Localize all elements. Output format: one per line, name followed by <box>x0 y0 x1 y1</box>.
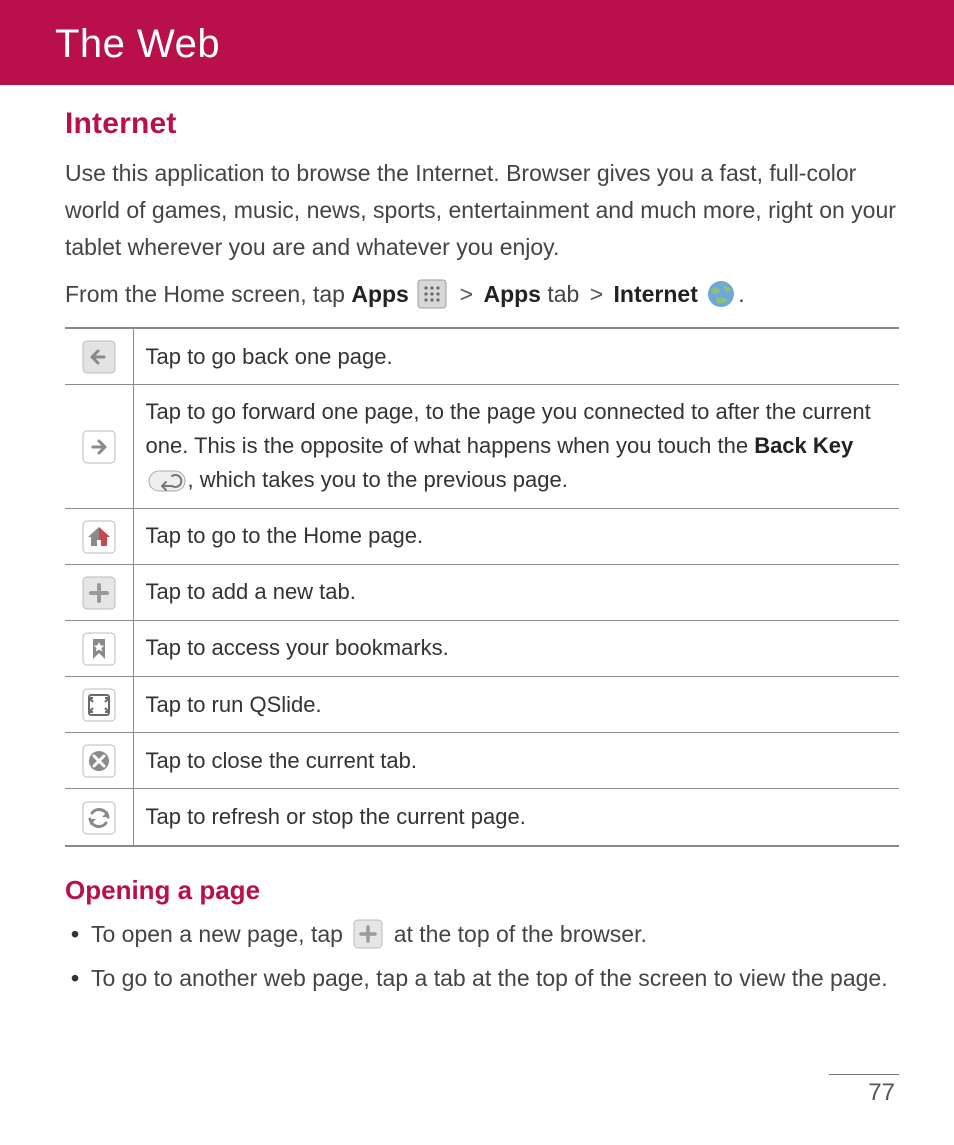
browser-icons-table: Tap to go back one page. Tap to go forwa… <box>65 327 899 847</box>
icon-cell <box>65 564 133 620</box>
footer-rule <box>829 1074 899 1075</box>
table-desc: Tap to go to the Home page. <box>133 508 899 564</box>
page-footer: 77 <box>829 1074 899 1107</box>
home-icon <box>82 520 116 554</box>
table-row: Tap to go forward one page, to the page … <box>65 385 899 508</box>
globe-icon <box>706 279 736 309</box>
nav-separator-2: > <box>586 281 607 307</box>
li-pre: To open a new page, tap <box>91 921 349 947</box>
nav-internet-label: Internet <box>614 281 698 307</box>
table-row: Tap to add a new tab. <box>65 564 899 620</box>
back-arrow-icon <box>82 340 116 374</box>
table-desc: Tap to add a new tab. <box>133 564 899 620</box>
bookmark-icon <box>82 632 116 666</box>
plus-tab-icon <box>353 919 383 949</box>
close-x-icon <box>82 744 116 778</box>
nav-apps-label-1: Apps <box>351 281 409 307</box>
icon-cell <box>65 385 133 508</box>
desc-post: , which takes you to the previous page. <box>188 467 568 492</box>
table-row: Tap to run QSlide. <box>65 677 899 733</box>
chapter-header: The Web <box>0 0 954 85</box>
navigation-line: From the Home screen, tap Apps > Apps ta… <box>65 273 899 317</box>
refresh-icon <box>82 801 116 835</box>
subsection-heading-opening: Opening a page <box>65 875 899 906</box>
nav-apps-label-2: Apps <box>483 281 541 307</box>
li-post: at the top of the browser. <box>387 921 647 947</box>
table-desc: Tap to go forward one page, to the page … <box>133 385 899 508</box>
chapter-title: The Web <box>55 22 220 66</box>
forward-arrow-icon <box>82 430 116 464</box>
icon-cell <box>65 789 133 846</box>
icon-cell <box>65 328 133 385</box>
table-row: Tap to go to the Home page. <box>65 508 899 564</box>
nav-period: . <box>738 281 744 307</box>
table-row: Tap to refresh or stop the current page. <box>65 789 899 846</box>
back-key-label: Back Key <box>754 433 853 458</box>
list-item: To open a new page, tap at the top of th… <box>69 916 899 954</box>
icon-cell <box>65 508 133 564</box>
table-desc: Tap to run QSlide. <box>133 677 899 733</box>
icon-cell <box>65 733 133 789</box>
icon-cell <box>65 677 133 733</box>
list-item: To go to another web page, tap a tab at … <box>69 960 899 998</box>
apps-grid-icon <box>417 279 447 309</box>
page-number: 77 <box>829 1079 899 1107</box>
nav-tab-text: tab <box>541 281 586 307</box>
table-row: Tap to go back one page. <box>65 328 899 385</box>
table-desc: Tap to access your bookmarks. <box>133 620 899 676</box>
icon-cell <box>65 620 133 676</box>
section-heading-internet: Internet <box>65 107 899 141</box>
nav-prefix: From the Home screen, tap <box>65 281 351 307</box>
opening-page-list: To open a new page, tap at the top of th… <box>65 916 899 998</box>
plus-icon <box>82 576 116 610</box>
page-content: Internet Use this application to browse … <box>0 85 954 998</box>
table-row: Tap to close the current tab. <box>65 733 899 789</box>
intro-paragraph: Use this application to browse the Inter… <box>65 155 899 265</box>
qslide-icon <box>82 688 116 722</box>
back-key-icon <box>148 468 186 490</box>
table-row: Tap to access your bookmarks. <box>65 620 899 676</box>
nav-separator-1: > <box>456 281 477 307</box>
table-desc: Tap to close the current tab. <box>133 733 899 789</box>
table-desc: Tap to refresh or stop the current page. <box>133 789 899 846</box>
table-desc: Tap to go back one page. <box>133 328 899 385</box>
